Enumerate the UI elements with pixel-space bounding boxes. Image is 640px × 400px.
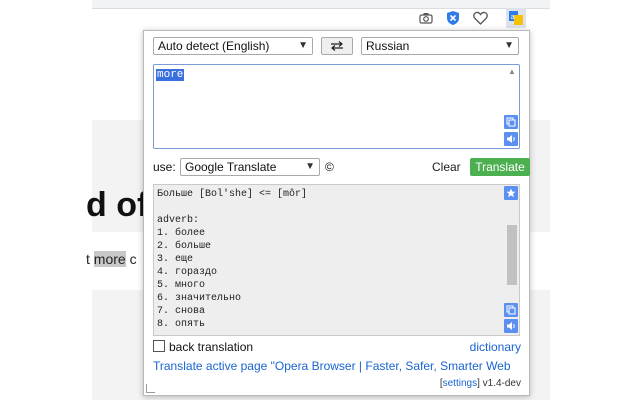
- target-language-value: Russian: [366, 39, 410, 53]
- favorite-button[interactable]: [504, 186, 518, 200]
- translate-button[interactable]: Translate: [470, 158, 530, 176]
- page-headline: d of: [86, 186, 149, 224]
- swap-icon: [331, 41, 343, 51]
- settings-row: [settings] v1.4-dev: [439, 378, 521, 389]
- source-text-area[interactable]: more ▲: [153, 64, 520, 149]
- clear-button[interactable]: Clear: [432, 160, 461, 174]
- translator-popup: Auto detect (English) ▼ Russian ▼ more ▲…: [143, 30, 530, 396]
- shield-icon[interactable]: [443, 8, 463, 28]
- speaker-icon: [507, 135, 515, 143]
- copy-icon: [506, 117, 516, 127]
- translate-extension-icon[interactable]: a: [506, 8, 526, 28]
- star-icon: [506, 188, 516, 198]
- result-line: adverb:: [157, 215, 200, 226]
- heart-icon[interactable]: [470, 8, 490, 28]
- copy-icon: [506, 305, 516, 315]
- selected-word: more: [93, 251, 126, 267]
- source-language-select[interactable]: Auto detect (English) ▼: [153, 37, 313, 55]
- translate-page-row: Translate active page "Opera Browser | F…: [153, 359, 521, 373]
- result-line: 4. гораздо: [157, 267, 218, 278]
- chevron-down-icon: ▼: [305, 161, 315, 172]
- result-line: 6. значительно: [157, 293, 242, 304]
- engine-select[interactable]: Google Translate ▼: [180, 158, 320, 176]
- translation-result-area[interactable]: Больше [Bol'she] <= [môr] adverb: 1. боле…: [153, 184, 520, 336]
- swap-languages-button[interactable]: [321, 37, 353, 55]
- version-label: v1.4-dev: [482, 378, 521, 389]
- copy-result-button[interactable]: [504, 303, 518, 317]
- result-line: 1. более: [157, 228, 206, 239]
- result-line: [157, 201, 307, 214]
- scroll-up-icon[interactable]: ▲: [507, 67, 517, 77]
- result-line: 7. снова: [157, 306, 206, 317]
- result-line: 5. много: [157, 280, 206, 291]
- copyright-symbol: ©: [325, 160, 334, 174]
- target-language-select[interactable]: Russian ▼: [361, 37, 519, 55]
- translate-page-link[interactable]: Translate active page "Opera Browser | F…: [153, 359, 511, 373]
- translation-result: Больше [Bol'she] <= [môr] adverb: 1. боле…: [157, 188, 307, 331]
- result-line: 8. опять: [157, 319, 206, 330]
- svg-text:a: a: [511, 13, 515, 21]
- source-language-value: Auto detect (English): [158, 39, 270, 53]
- listen-source-button[interactable]: [504, 132, 518, 146]
- result-line: 2. больше: [157, 241, 212, 252]
- language-row: Auto detect (English) ▼ Russian ▼: [153, 37, 519, 55]
- engine-value: Google Translate: [185, 160, 277, 174]
- result-line: Больше [Bol'she] <= [môr]: [157, 189, 308, 200]
- camera-icon[interactable]: [416, 8, 436, 28]
- dictionary-link[interactable]: dictionary: [470, 340, 521, 354]
- result-scrollbar[interactable]: [507, 225, 517, 285]
- source-text: more: [156, 69, 185, 81]
- back-translation-label: back translation: [169, 340, 254, 354]
- use-label: use:: [153, 160, 176, 174]
- page-text-line: t more c: [86, 251, 137, 267]
- copy-source-button[interactable]: [504, 115, 518, 129]
- listen-result-button[interactable]: [504, 319, 518, 333]
- speaker-icon: [507, 322, 515, 330]
- result-line: 3. еще: [157, 254, 194, 265]
- chevron-down-icon: ▼: [504, 40, 514, 51]
- settings-link[interactable]: settings: [443, 378, 477, 389]
- resize-handle-icon[interactable]: [146, 384, 155, 393]
- engine-row: use: Google Translate ▼ © Clear Translat…: [153, 158, 530, 178]
- chevron-down-icon: ▼: [298, 40, 308, 51]
- page-text-suffix: c: [125, 251, 137, 267]
- options-row: back translation dictionary: [153, 340, 521, 354]
- page-text-prefix: t: [86, 251, 94, 267]
- back-translation-checkbox[interactable]: [153, 340, 165, 352]
